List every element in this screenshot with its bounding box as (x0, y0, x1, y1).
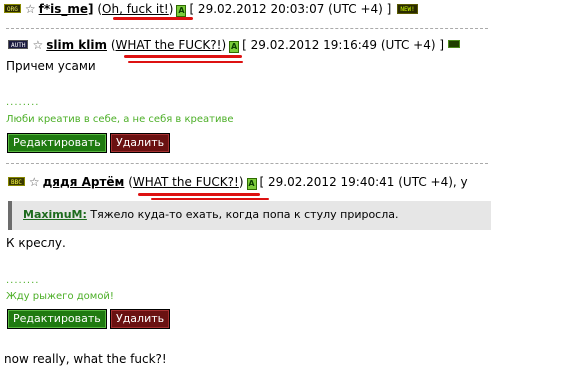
status-link[interactable]: WHAT the FUCK?! (116, 38, 222, 52)
user-status: (Oh, fuck it!) (97, 2, 174, 16)
red-underline-annotation (128, 61, 243, 63)
delete-button[interactable]: Удалить (110, 133, 171, 153)
user-status: (WHAT the FUCK?!) (110, 38, 227, 52)
comment-separator (6, 163, 488, 164)
delete-button[interactable]: Удалить (110, 309, 171, 329)
nick-link[interactable]: дядя Артём (43, 175, 125, 189)
comment-header-0: ORG ☆ f*is_me] (Oh, fuck it!) A[ 29.02.2012… (4, 1, 418, 17)
quote-text: Тяжело куда-то ехать, когда попа к стулу… (86, 208, 399, 221)
comment-separator (6, 28, 488, 29)
red-underline-annotation (138, 193, 260, 196)
a-button[interactable]: A (229, 41, 240, 53)
org-badge: ORG (4, 4, 21, 13)
user-status: (WHAT the FUCK?!) (128, 175, 244, 189)
status-link[interactable]: WHAT the FUCK?! (133, 175, 239, 189)
signature-separator: ........ (6, 97, 40, 108)
comment-header-1: AUTH ☆ slim klim (WHAT the FUCK?!) A[ 29.02… (8, 37, 461, 53)
edit-button[interactable]: Редактировать (7, 309, 107, 329)
quote-author-link[interactable]: MaximuM: (23, 208, 87, 221)
comment-datetime: [ 29.02.2012 19:40:41 (UTC +4), у (259, 175, 468, 189)
status-icon (448, 40, 461, 48)
footer-caption: now really, what the fuck?! (4, 352, 167, 366)
user-star-icon: ☆ (28, 175, 40, 189)
a-button[interactable]: A (246, 178, 257, 190)
comment-body: К креслу. (6, 236, 66, 250)
red-underline-annotation (124, 55, 242, 58)
user-star-icon: ☆ (32, 38, 44, 52)
comment-datetime: [ 29.02.2012 20:03:07 (UTC +4) ] (189, 2, 392, 16)
signature-text: Люби креатив в себе, а не себя в креатив… (6, 114, 234, 125)
comment-header-2: BBC ☆ дядя Артём (WHAT the FUCK?!) A[ 29.02… (8, 174, 468, 190)
auth-badge: AUTH (8, 40, 29, 49)
bbc-badge: BBC (8, 177, 25, 186)
signature-separator: ........ (6, 275, 40, 286)
new-badge: NEW! (397, 4, 418, 14)
comment-body: Причем усами (6, 59, 96, 73)
red-underline-annotation (151, 198, 269, 200)
a-button[interactable]: A (176, 5, 187, 17)
quote-block: MaximuM: Тяжело куда-то ехать, когда поп… (8, 201, 491, 230)
red-underline-annotation (113, 17, 193, 20)
edit-button[interactable]: Редактировать (7, 133, 107, 153)
status-link[interactable]: Oh, fuck it! (102, 2, 169, 16)
nick-link[interactable]: f*is_me] (39, 2, 94, 16)
signature-text: Жду рыжего домой! (6, 291, 114, 302)
nick-link[interactable]: slim klim (46, 38, 107, 52)
comment-datetime: [ 29.02.2012 19:16:49 (UTC +4) ] (242, 38, 445, 52)
user-star-icon: ☆ (24, 2, 36, 16)
